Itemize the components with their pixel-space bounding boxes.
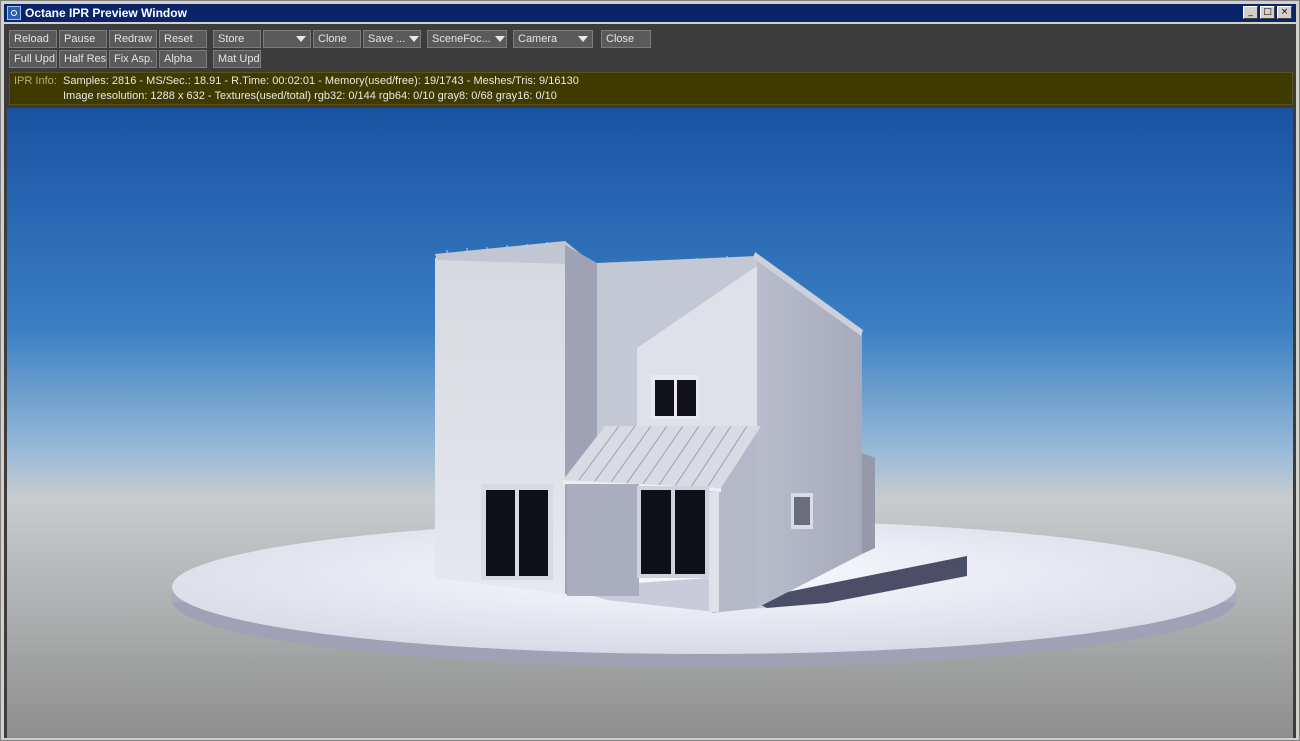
camera-dropdown[interactable]: Camera	[513, 30, 593, 48]
clone-button[interactable]: Clone	[313, 30, 361, 48]
scene-focus-dropdown[interactable]: SceneFoc...	[427, 30, 507, 48]
store-button[interactable]: Store	[213, 30, 261, 48]
chevron-down-icon	[578, 36, 588, 42]
reset-button[interactable]: Reset	[159, 30, 207, 48]
toolbar-row-1: Reload Pause Redraw Reset Store Clone Sa…	[9, 30, 653, 48]
camera-label: Camera	[518, 33, 558, 45]
chevron-down-icon	[409, 36, 420, 42]
close-window-button[interactable]: ×	[1277, 6, 1292, 19]
chevron-down-icon	[494, 36, 505, 42]
material-update-button[interactable]: Mat Upd	[213, 50, 261, 68]
minimize-button[interactable]: _	[1243, 6, 1258, 19]
toolbar-row-2: Full Upd. Half Res Fix Asp. Alpha Mat Up…	[9, 50, 263, 68]
render-stats-line: Samples: 2816 - MS/Sec.: 18.91 - R.Time:…	[63, 75, 579, 87]
pause-button[interactable]: Pause	[59, 30, 107, 48]
ipr-window: Octane IPR Preview Window _ □ × Reload P…	[0, 0, 1300, 741]
ipr-info-panel: IPR Info: Samples: 2816 - MS/Sec.: 18.91…	[9, 72, 1293, 105]
ipr-info-label: IPR Info:	[14, 75, 57, 87]
close-button[interactable]: Close	[601, 30, 651, 48]
fix-aspect-button[interactable]: Fix Asp.	[109, 50, 157, 68]
full-update-button[interactable]: Full Upd.	[9, 50, 57, 68]
store-slot-dropdown[interactable]	[263, 30, 311, 48]
octane-app-icon	[7, 6, 21, 20]
rendered-house-image	[7, 108, 1293, 738]
window-title: Octane IPR Preview Window	[25, 6, 187, 20]
scene-focus-label: SceneFoc...	[432, 33, 491, 45]
maximize-button[interactable]: □	[1260, 6, 1275, 19]
alpha-button[interactable]: Alpha	[159, 50, 207, 68]
reload-button[interactable]: Reload	[9, 30, 57, 48]
save-dropdown[interactable]: Save ...	[363, 30, 421, 48]
title-bar[interactable]: Octane IPR Preview Window _ □ ×	[4, 4, 1296, 22]
chevron-down-icon	[296, 36, 306, 42]
half-res-button[interactable]: Half Res	[59, 50, 107, 68]
render-viewport[interactable]	[7, 108, 1293, 738]
redraw-button[interactable]: Redraw	[109, 30, 157, 48]
save-dropdown-label: Save ...	[368, 33, 406, 45]
resolution-textures-line: Image resolution: 1288 x 632 - Textures(…	[63, 90, 557, 102]
client-area: Reload Pause Redraw Reset Store Clone Sa…	[4, 24, 1296, 738]
